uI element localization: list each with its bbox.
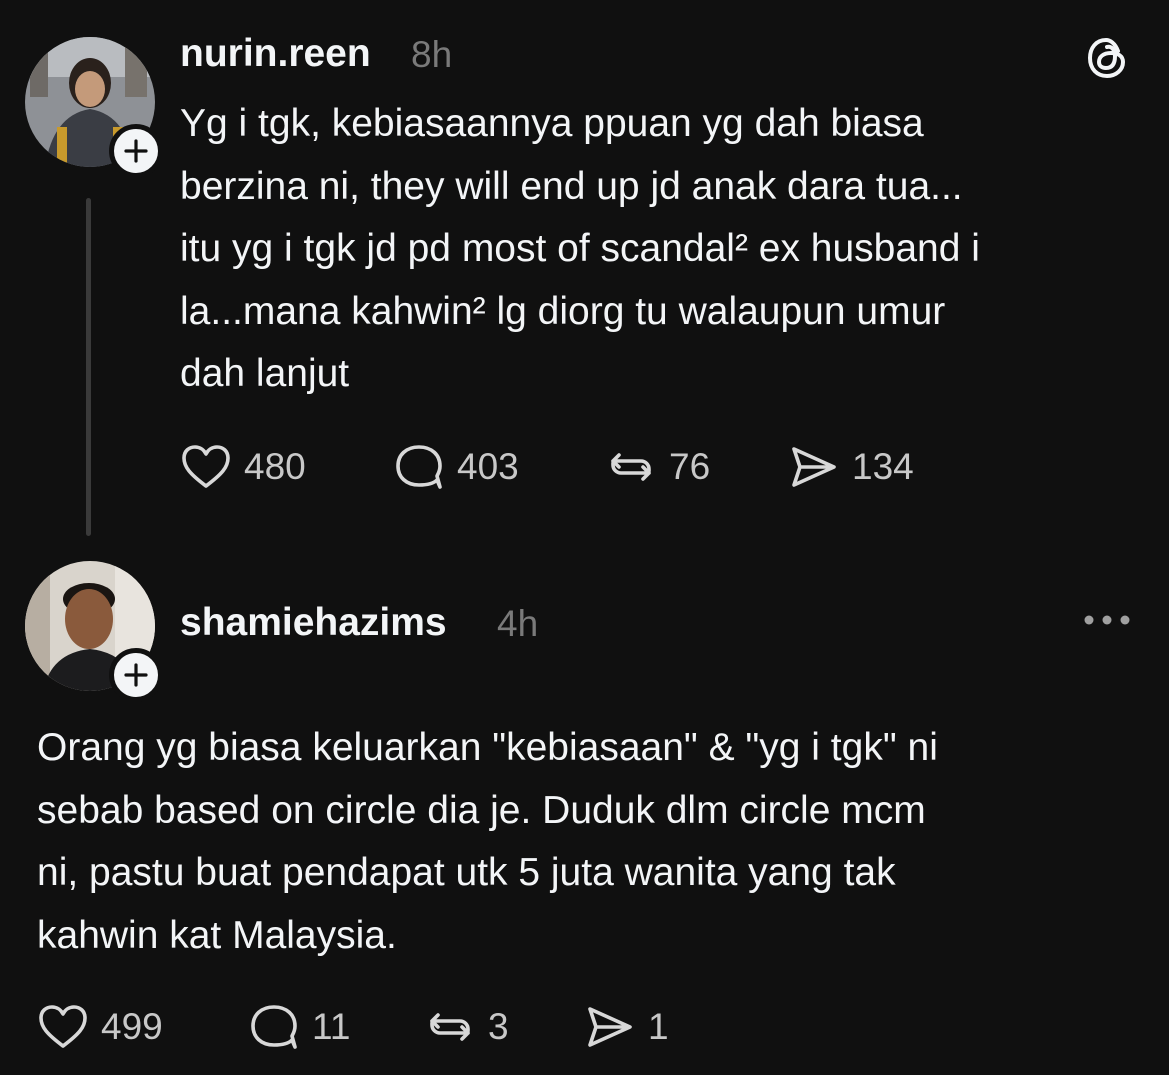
- repost-count: 3: [488, 1006, 509, 1047]
- share-icon: [792, 447, 836, 487]
- like-button[interactable]: 480: [180, 443, 306, 491]
- more-options-icon[interactable]: [1082, 612, 1132, 628]
- plus-icon: [124, 139, 148, 163]
- thread-connector-line: [86, 198, 91, 536]
- post-timestamp: 4h: [497, 603, 539, 644]
- reply-button[interactable]: 403: [393, 443, 519, 491]
- username[interactable]: shamiehazims: [180, 601, 447, 645]
- share-button[interactable]: 134: [788, 443, 914, 491]
- follow-button[interactable]: [109, 124, 163, 178]
- repost-button[interactable]: 3: [424, 1003, 509, 1051]
- threads-logo-icon[interactable]: [1084, 35, 1130, 81]
- share-button[interactable]: 1: [584, 1003, 669, 1051]
- repost-icon: [430, 1013, 470, 1041]
- comment-icon: [251, 1005, 297, 1049]
- share-icon: [588, 1007, 632, 1047]
- like-count: 499: [101, 1006, 163, 1047]
- post-timestamp: 8h: [411, 34, 453, 75]
- follow-button[interactable]: [109, 648, 163, 702]
- post-text: Yg i tgk, kebiasaannya ppuan yg dah bias…: [180, 102, 980, 395]
- repost-count: 76: [669, 446, 711, 487]
- plus-icon: [124, 663, 148, 687]
- reply-button[interactable]: 11: [248, 1003, 350, 1051]
- reply-count: 11: [312, 1006, 351, 1047]
- like-count: 480: [244, 446, 306, 487]
- post-text: Orang yg biasa keluarkan "kebiasaan" & "…: [37, 726, 938, 957]
- comment-icon: [396, 445, 442, 489]
- share-count: 1: [648, 1006, 669, 1047]
- username[interactable]: nurin.reen: [180, 32, 371, 76]
- heart-icon: [39, 1005, 87, 1048]
- repost-button[interactable]: 76: [605, 443, 710, 491]
- repost-icon: [611, 453, 651, 481]
- reply-count: 403: [457, 446, 519, 487]
- heart-icon: [182, 445, 230, 488]
- like-button[interactable]: 499: [37, 1003, 163, 1051]
- share-count: 134: [852, 446, 914, 487]
